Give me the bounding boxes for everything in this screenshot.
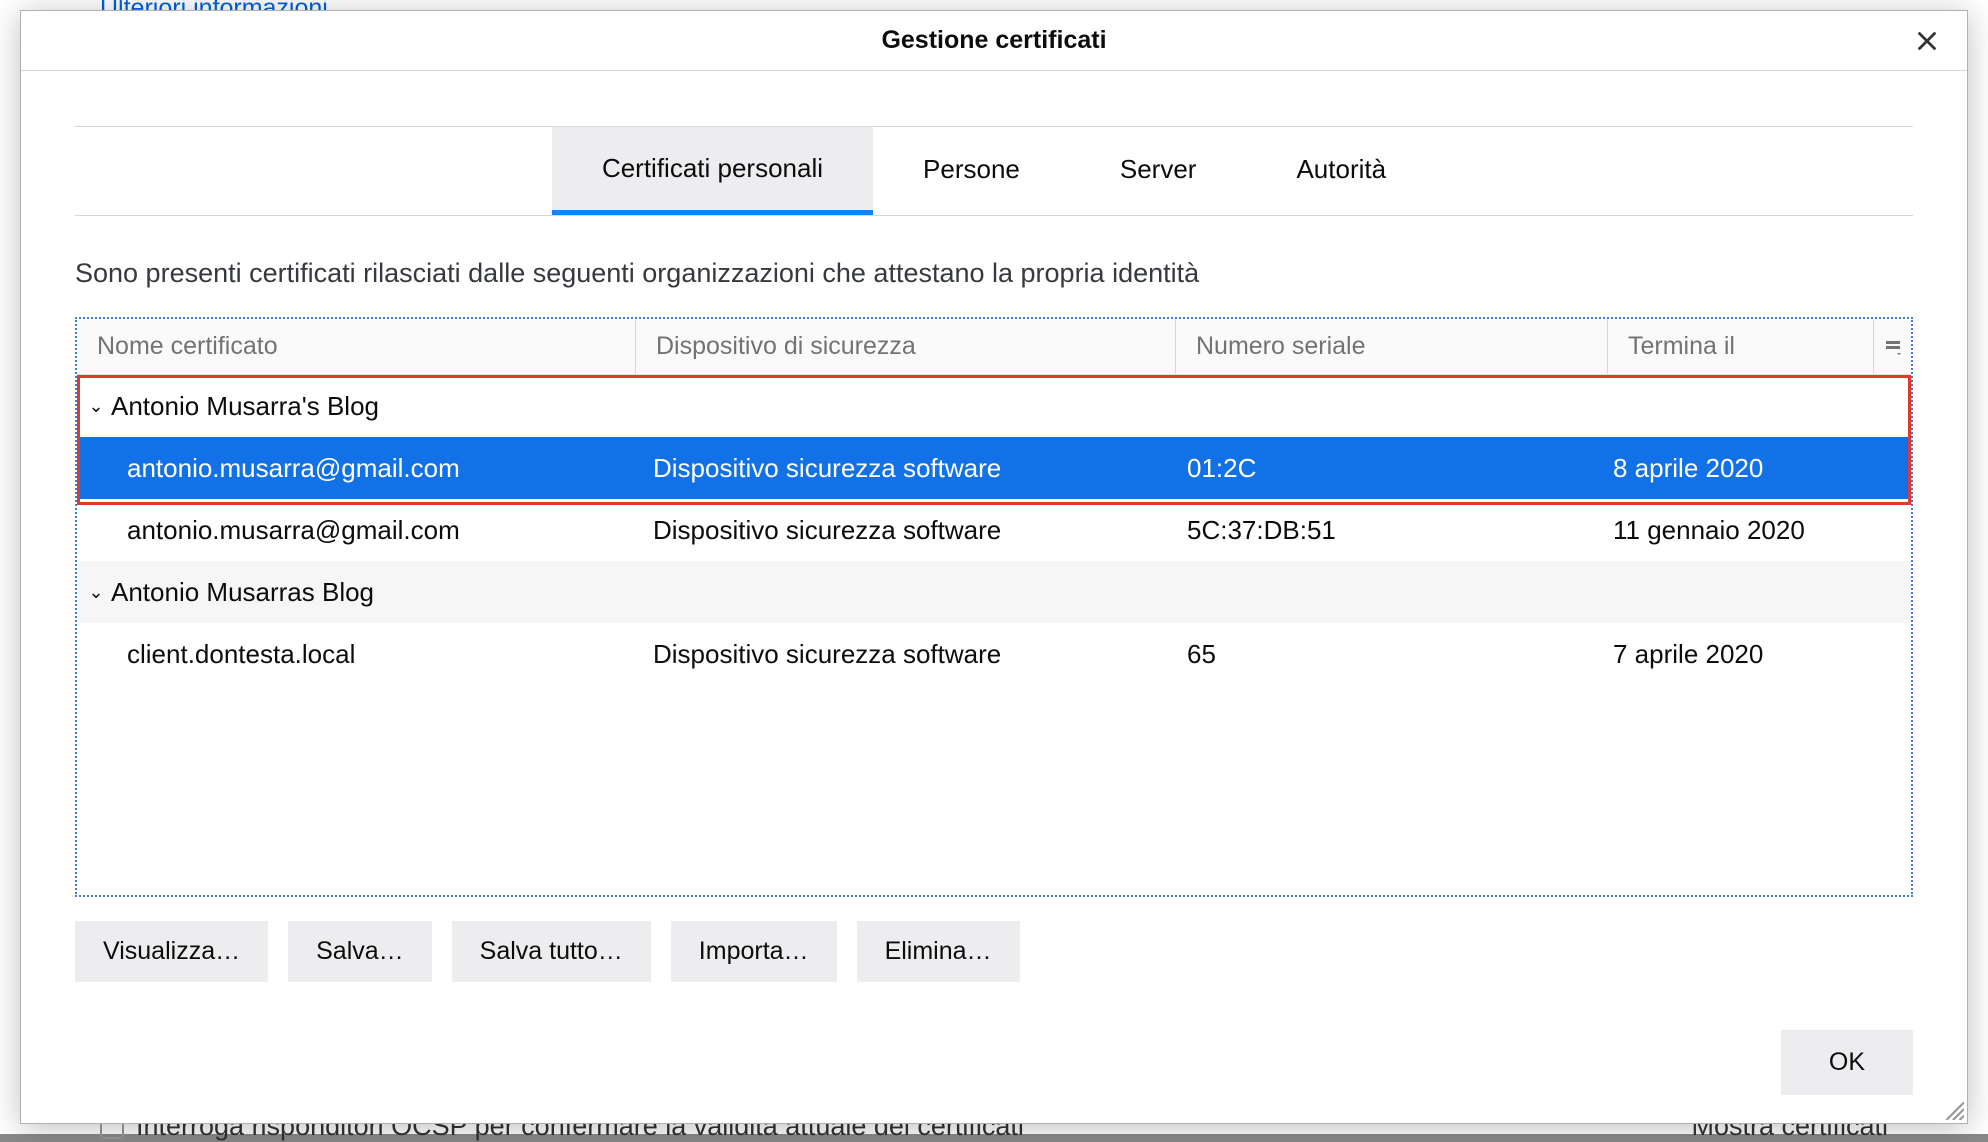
save-all-button[interactable]: Salva tutto… [452, 921, 651, 982]
cert-expires: 8 aprile 2020 [1607, 453, 1911, 484]
cert-device: Dispositivo sicurezza software [635, 515, 1175, 546]
cert-name: antonio.musarra@gmail.com [77, 453, 635, 484]
action-button-row: Visualizza… Salva… Salva tutto… Importa…… [75, 921, 1913, 982]
cert-serial: 5C:37:DB:51 [1175, 515, 1607, 546]
certificate-row[interactable]: antonio.musarra@gmail.com Dispositivo si… [77, 499, 1911, 561]
group-label: Antonio Musarra's Blog [111, 391, 379, 422]
column-header-device[interactable]: Dispositivo di sicurezza [635, 319, 1175, 374]
cert-serial: 01:2C [1175, 453, 1607, 484]
cert-serial: 65 [1175, 639, 1607, 670]
tab-people[interactable]: Persone [873, 127, 1070, 215]
table-header: Nome certificato Dispositivo di sicurezz… [77, 319, 1911, 375]
certificate-group-row[interactable]: ⌄ Antonio Musarras Blog [77, 561, 1911, 623]
import-button[interactable]: Importa… [671, 921, 837, 982]
dialog-titlebar: Gestione certificati [21, 11, 1967, 71]
certificates-table: Nome certificato Dispositivo di sicurezz… [75, 317, 1913, 897]
resize-grip[interactable] [1942, 1098, 1964, 1120]
column-header-expires[interactable]: Termina il [1607, 319, 1873, 374]
chevron-down-icon: ⌄ [85, 396, 107, 417]
table-body: ⌄ Antonio Musarra's Blog antonio.musarra… [77, 375, 1911, 895]
certificate-manager-dialog: Gestione certificati Certificati persona… [20, 10, 1968, 1124]
cert-device: Dispositivo sicurezza software [635, 639, 1175, 670]
certificate-row[interactable]: client.dontesta.local Dispositivo sicure… [77, 623, 1911, 685]
tab-strip: Certificati personali Persone Server Aut… [75, 126, 1913, 216]
tab-label: Persone [923, 154, 1020, 185]
close-button[interactable] [1911, 25, 1943, 57]
cert-name: antonio.musarra@gmail.com [77, 515, 635, 546]
group-label: Antonio Musarras Blog [111, 577, 374, 608]
tab-label: Server [1120, 154, 1197, 185]
cert-device: Dispositivo sicurezza software [635, 453, 1175, 484]
cert-expires: 7 aprile 2020 [1607, 639, 1911, 670]
tab-server[interactable]: Server [1070, 127, 1247, 215]
cert-name: client.dontesta.local [77, 639, 635, 670]
column-picker-button[interactable] [1873, 319, 1911, 374]
column-header-serial[interactable]: Numero seriale [1175, 319, 1607, 374]
column-picker-icon [1885, 339, 1901, 355]
tab-description: Sono presenti certificati rilasciati dal… [75, 258, 1913, 289]
view-button[interactable]: Visualizza… [75, 921, 268, 982]
cert-expires: 11 gennaio 2020 [1607, 515, 1911, 546]
resize-grip-icon [1942, 1098, 1964, 1120]
tab-label: Autorità [1296, 154, 1386, 185]
tab-label: Certificati personali [602, 153, 823, 184]
delete-button[interactable]: Elimina… [857, 921, 1020, 982]
certificate-group-row[interactable]: ⌄ Antonio Musarra's Blog [77, 375, 1911, 437]
column-header-name[interactable]: Nome certificato [77, 319, 635, 374]
tab-personal-certificates[interactable]: Certificati personali [552, 127, 873, 215]
certificate-row[interactable]: antonio.musarra@gmail.com Dispositivo si… [77, 437, 1911, 499]
tab-authorities[interactable]: Autorità [1246, 127, 1436, 215]
dialog-title: Gestione certificati [881, 26, 1106, 55]
save-button[interactable]: Salva… [288, 921, 432, 982]
close-icon [1917, 31, 1937, 51]
ok-button[interactable]: OK [1781, 1030, 1913, 1095]
chevron-down-icon: ⌄ [85, 582, 107, 603]
